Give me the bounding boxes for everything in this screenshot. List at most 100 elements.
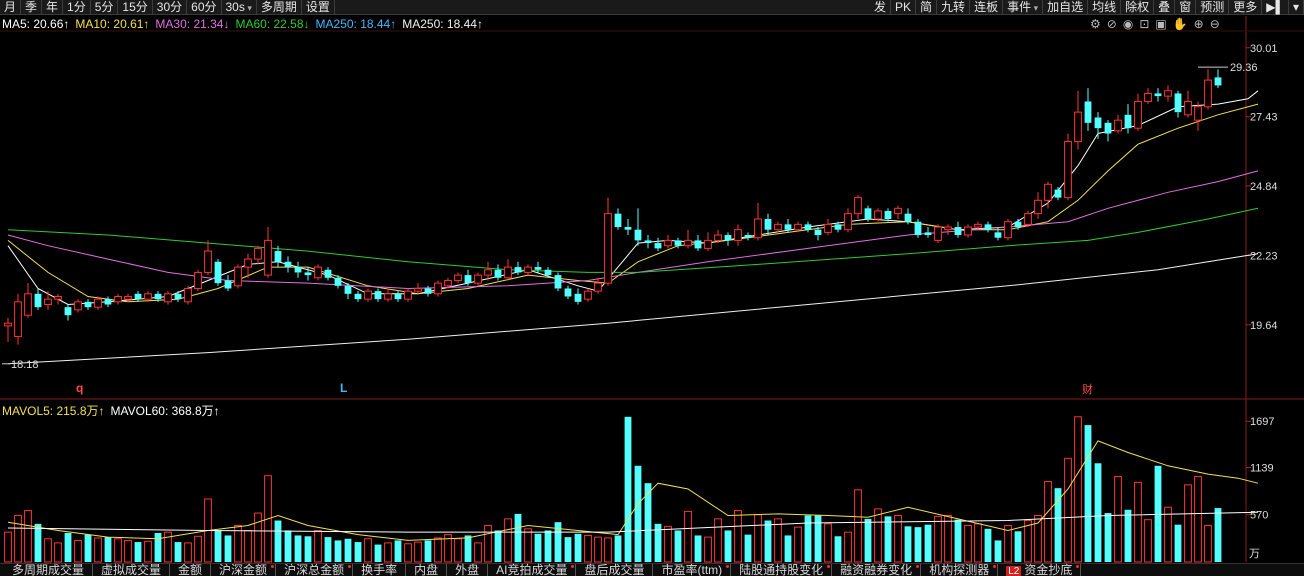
candle[interactable] (1134, 93, 1142, 131)
candle[interactable] (314, 264, 322, 281)
candle[interactable] (894, 205, 902, 220)
candle[interactable] (604, 197, 612, 286)
tab-bottom-fishing[interactable]: L2 资金抄底 (998, 564, 1082, 576)
kline-chart[interactable]: 30.01 27.43 24.84 22.23 19.64 29.36 18.18 q … (0, 0, 1304, 563)
candle[interactable] (1064, 133, 1072, 201)
candle[interactable] (1164, 85, 1172, 102)
candle[interactable] (944, 224, 952, 236)
candle[interactable] (1074, 90, 1082, 150)
candle[interactable] (664, 235, 672, 249)
candle[interactable] (284, 256, 292, 273)
candle[interactable] (984, 221, 992, 233)
candle[interactable] (624, 219, 632, 236)
candle[interactable] (114, 293, 122, 305)
tab-institution-detector[interactable]: 机构探测器 (921, 564, 999, 576)
candle[interactable] (1084, 88, 1092, 131)
candle[interactable] (574, 288, 582, 305)
candle[interactable] (204, 240, 212, 276)
tab-pe-ttm[interactable]: 市盈率(ttm) (653, 564, 732, 576)
candle[interactable] (704, 232, 712, 252)
candle[interactable] (734, 224, 742, 246)
candle[interactable] (354, 291, 362, 302)
tab-inner-volume[interactable]: 内盘 (406, 564, 448, 576)
tab-ai-auction-volume[interactable]: AI竞拍成交量 (488, 564, 577, 576)
candle[interactable] (494, 264, 502, 281)
candle[interactable] (104, 296, 112, 308)
candle[interactable] (644, 235, 652, 249)
candle[interactable] (434, 280, 442, 297)
candle[interactable] (164, 291, 172, 305)
candle[interactable] (14, 293, 22, 345)
candle[interactable] (754, 202, 762, 241)
candle[interactable] (264, 227, 272, 278)
candle[interactable] (1214, 69, 1222, 89)
candle[interactable] (884, 208, 892, 222)
marker-l[interactable]: L (340, 381, 347, 395)
tab-after-hours-volume[interactable]: 盘后成交量 (576, 564, 654, 576)
candle[interactable] (764, 213, 772, 236)
candle[interactable] (74, 299, 82, 313)
candle[interactable] (654, 237, 662, 252)
candle[interactable] (1174, 90, 1182, 118)
tab-turnover-rate[interactable]: 换手率 (353, 564, 407, 576)
candle[interactable] (914, 219, 922, 238)
candle[interactable] (844, 208, 852, 233)
candle[interactable] (924, 227, 932, 238)
candle[interactable] (1204, 69, 1212, 110)
candle[interactable] (1004, 219, 1012, 241)
tab-outer-volume[interactable]: 外盘 (447, 564, 489, 576)
candle[interactable] (294, 261, 302, 278)
candle[interactable] (4, 317, 12, 342)
candle[interactable] (24, 283, 32, 318)
candle[interactable] (934, 224, 942, 244)
candle[interactable] (564, 285, 572, 300)
candle[interactable] (524, 264, 532, 276)
candle[interactable] (1034, 192, 1042, 220)
candle[interactable] (64, 304, 72, 321)
candle[interactable] (854, 194, 862, 220)
tab-amount[interactable]: 金额 (170, 564, 212, 576)
candle[interactable] (364, 288, 372, 302)
tab-virtual-volume[interactable]: 虚拟成交量 (93, 564, 171, 576)
candle[interactable] (804, 221, 812, 233)
candle[interactable] (54, 293, 62, 305)
tab-hs-amount[interactable]: 沪深金额 (211, 564, 277, 576)
candle[interactable] (134, 291, 142, 302)
candle[interactable] (1184, 90, 1192, 118)
tab-northbound-holding[interactable]: 陆股通持股变化 (731, 564, 833, 576)
candle[interactable] (994, 227, 1002, 241)
candle[interactable] (1104, 120, 1112, 142)
candle[interactable] (404, 288, 412, 302)
candle[interactable] (774, 221, 782, 233)
candle[interactable] (174, 291, 182, 302)
candle[interactable] (614, 208, 622, 230)
candle[interactable] (394, 291, 402, 302)
tab-multi-period-volume[interactable]: 多周期成交量 (0, 564, 94, 576)
candle[interactable] (1124, 104, 1132, 134)
candle[interactable] (254, 245, 262, 265)
candle[interactable] (224, 275, 232, 292)
candle[interactable] (954, 221, 962, 238)
candle[interactable] (744, 232, 752, 241)
tab-hs-total-amount[interactable]: 沪深总金额 (276, 564, 354, 576)
candle[interactable] (824, 219, 832, 236)
candle[interactable] (194, 269, 202, 292)
candle[interactable] (684, 229, 692, 249)
candle[interactable] (634, 208, 642, 246)
candle[interactable] (694, 235, 702, 252)
candle[interactable] (544, 267, 552, 278)
candle[interactable] (724, 232, 732, 246)
candle[interactable] (584, 288, 592, 302)
candle[interactable] (44, 291, 52, 310)
candle[interactable] (414, 283, 422, 294)
candle[interactable] (84, 299, 92, 310)
candle[interactable] (964, 224, 972, 238)
candle[interactable] (1154, 88, 1162, 102)
candle[interactable] (1144, 88, 1152, 105)
marker-q[interactable]: q (76, 381, 83, 395)
candle[interactable] (234, 264, 242, 289)
tab-margin-change[interactable]: 融资融券变化 (832, 564, 922, 576)
marker-cai[interactable]: 财 (1082, 382, 1093, 396)
candle[interactable] (474, 272, 482, 286)
candle[interactable] (374, 288, 382, 302)
